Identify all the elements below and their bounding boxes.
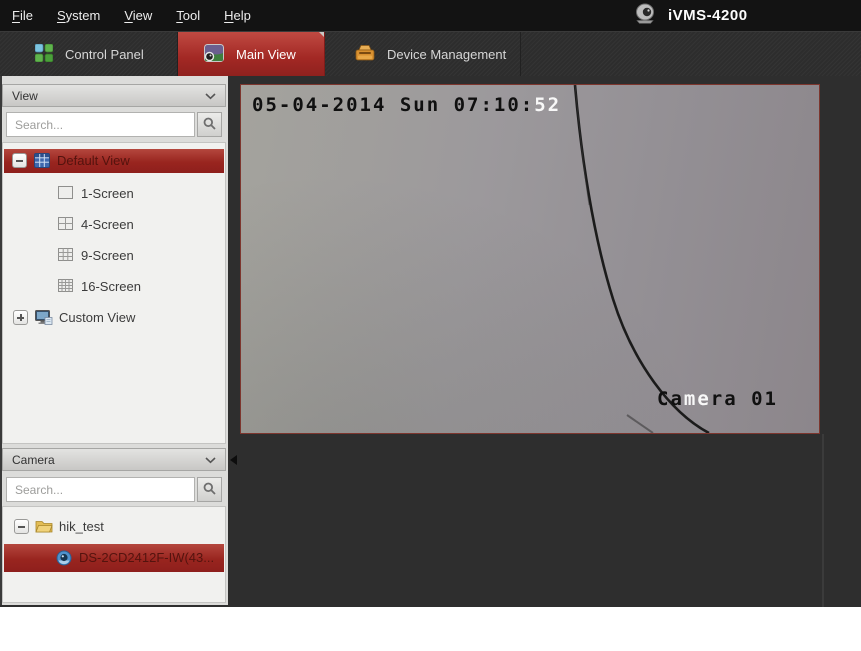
view-panel-header[interactable]: View — [2, 84, 226, 107]
video-grid-divider — [822, 434, 824, 607]
menu-help[interactable]: Help — [212, 0, 263, 31]
camera-search-row — [6, 477, 222, 502]
tree-item-16-screen[interactable]: 16-Screen — [4, 275, 224, 299]
tab-device-management[interactable]: Device Management — [325, 32, 521, 76]
tree-item-1-screen[interactable]: 1-Screen — [4, 182, 224, 206]
screen-16-icon — [58, 279, 73, 297]
tab-label: Control Panel — [65, 46, 144, 62]
ivms-window: File System View Tool Help iVMS-4200 Con… — [0, 0, 861, 607]
tab-main-view[interactable]: Main View — [178, 32, 325, 76]
collapse-icon[interactable] — [14, 519, 29, 534]
screen-1-icon — [58, 186, 73, 204]
tree-item-label: hik_test — [59, 519, 104, 534]
menu-system[interactable]: System — [45, 0, 112, 31]
camera-search-button[interactable] — [197, 477, 222, 502]
tree-item-label: 1-Screen — [81, 186, 134, 201]
menu-tool[interactable]: Tool — [164, 0, 212, 31]
folder-icon — [35, 519, 53, 538]
camera-panel-title: Camera — [12, 452, 55, 467]
view-search-button[interactable] — [197, 112, 222, 137]
tab-bar: Control Panel Main View Device Managemen… — [0, 31, 861, 76]
camera-tree: hik_test DS-2CD2412F-IW(43... — [2, 506, 226, 603]
control-panel-icon — [34, 43, 54, 65]
device-management-icon — [355, 44, 375, 64]
view-search-input[interactable] — [6, 112, 195, 137]
tree-item-device-group[interactable]: hik_test — [4, 515, 224, 539]
video-frame-camera01[interactable]: 05-04-2014 Sun 07:10:52 Camera 01 — [240, 84, 820, 434]
view-panel-title: View — [12, 88, 38, 103]
wall-crack-overlay — [573, 85, 710, 433]
tree-item-label: 16-Screen — [81, 279, 141, 294]
menu-view[interactable]: View — [112, 0, 164, 31]
menu-file[interactable]: File — [0, 0, 45, 31]
tree-item-label: DS-2CD2412F-IW(43... — [79, 550, 215, 565]
collapse-sidebar-arrow-icon[interactable] — [230, 455, 237, 465]
tree-item-custom-view[interactable]: Custom View — [4, 306, 224, 330]
expand-icon[interactable] — [13, 310, 28, 325]
custom-view-icon — [35, 310, 53, 330]
view-table-icon — [34, 153, 50, 173]
camera-device-icon — [56, 550, 72, 571]
view-tree: Default View 1-Screen 4-Screen 9-Screen … — [2, 142, 226, 444]
main-view-icon — [204, 43, 224, 65]
chevron-down-icon[interactable] — [205, 89, 216, 103]
tree-item-label: 9-Screen — [81, 248, 134, 263]
camera-search-input[interactable] — [6, 477, 195, 502]
tree-item-9-screen[interactable]: 9-Screen — [4, 244, 224, 268]
video-grid: 05-04-2014 Sun 07:10:52 Camera 01 — [240, 76, 861, 607]
app-logo: iVMS-4200 — [634, 2, 748, 29]
screen-4-icon — [58, 217, 73, 235]
camera-panel-header[interactable]: Camera — [2, 448, 226, 471]
tree-item-default-view[interactable]: Default View — [4, 149, 224, 173]
view-search-row — [6, 112, 222, 137]
tab-control-panel[interactable]: Control Panel — [0, 32, 178, 76]
screen-9-icon — [58, 248, 73, 266]
search-icon — [203, 117, 216, 133]
osd-timestamp: 05-04-2014 Sun 07:10:52 — [252, 94, 562, 116]
tree-item-camera[interactable]: DS-2CD2412F-IW(43... — [4, 544, 224, 572]
tree-item-4-screen[interactable]: 4-Screen — [4, 213, 224, 237]
app-title: iVMS-4200 — [668, 7, 748, 24]
osd-camera-name: Camera 01 — [657, 388, 778, 410]
sidebar-splitter[interactable] — [228, 76, 240, 607]
tab-label: Main View — [236, 46, 296, 62]
camera-logo-icon — [634, 3, 658, 29]
sidebar: View Search... Default View 1-Screen 4-S… — [0, 76, 228, 605]
tree-item-label: 4-Screen — [81, 217, 134, 232]
menu-bar: File System View Tool Help iVMS-4200 — [0, 0, 861, 31]
tab-label: Device Management — [387, 46, 507, 62]
tree-item-label: Custom View — [59, 310, 136, 325]
chevron-down-icon[interactable] — [205, 453, 216, 467]
collapse-icon[interactable] — [12, 153, 27, 168]
search-icon — [203, 482, 216, 498]
tree-item-label: Default View — [57, 153, 130, 168]
